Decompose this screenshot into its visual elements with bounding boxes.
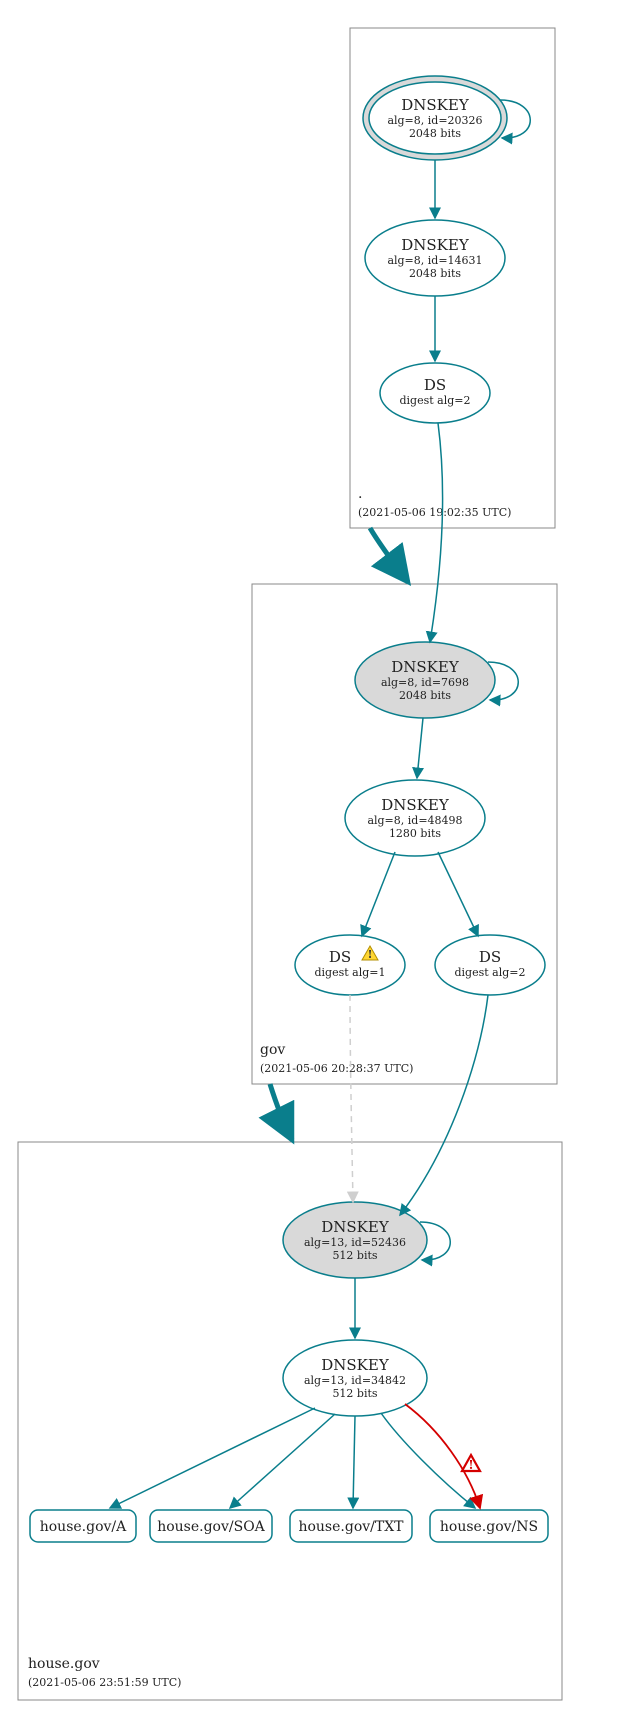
node-gov-key1: DNSKEY alg=8, id=7698 2048 bits — [355, 642, 518, 718]
edge-govds1-hk1-dashed — [350, 995, 353, 1202]
svg-text:alg=8, id=48498: alg=8, id=48498 — [367, 814, 462, 827]
record-txt: house.gov/TXT — [290, 1510, 412, 1542]
svg-text:DNSKEY: DNSKEY — [401, 236, 470, 254]
edge-hk2-soa — [230, 1414, 335, 1508]
svg-text:!: ! — [468, 1458, 473, 1472]
edge-hk2-a — [110, 1408, 315, 1508]
edge-govds2-hk1 — [400, 995, 488, 1215]
svg-text:!: ! — [368, 948, 373, 961]
edge-govk1-govk2 — [417, 718, 423, 778]
svg-text:alg=13, id=52436: alg=13, id=52436 — [304, 1236, 406, 1249]
edge-rootds-govk1 — [430, 423, 443, 642]
edge-govk2-govds2 — [438, 852, 478, 936]
error-icon: ! — [462, 1455, 480, 1472]
record-ns: house.gov/NS — [430, 1510, 548, 1542]
svg-text:DS: DS — [479, 948, 501, 966]
edge-hk2-ns-ok — [381, 1413, 475, 1508]
svg-text:DS: DS — [329, 948, 351, 966]
node-gov-ds2: DS digest alg=2 — [435, 935, 545, 995]
svg-text:digest alg=2: digest alg=2 — [399, 394, 470, 407]
node-root-key2: DNSKEY alg=8, id=14631 2048 bits — [365, 220, 505, 296]
svg-text:alg=13, id=34842: alg=13, id=34842 — [304, 1374, 406, 1387]
svg-text:DNSKEY: DNSKEY — [321, 1218, 390, 1236]
node-root-ds: DS digest alg=2 — [380, 363, 490, 423]
edge-hk2-txt — [353, 1416, 355, 1508]
zone-gov-ts: (2021-05-06 20:28:37 UTC) — [260, 1062, 413, 1075]
node-house-key1: DNSKEY alg=13, id=52436 512 bits — [283, 1202, 450, 1278]
svg-text:512 bits: 512 bits — [332, 1387, 377, 1400]
svg-text:DNSKEY: DNSKEY — [391, 658, 460, 676]
edge-root-to-gov-zone — [370, 528, 408, 582]
svg-text:alg=8, id=14631: alg=8, id=14631 — [387, 254, 482, 267]
zone-root-label: . — [358, 486, 362, 502]
svg-text:alg=8, id=7698: alg=8, id=7698 — [381, 676, 469, 689]
node-gov-ds1: DS digest alg=1 ! — [295, 935, 405, 995]
zone-gov: gov (2021-05-06 20:28:37 UTC) DNSKEY alg… — [252, 584, 557, 1084]
svg-text:DNSKEY: DNSKEY — [381, 796, 450, 814]
svg-text:DNSKEY: DNSKEY — [401, 96, 470, 114]
svg-text:1280 bits: 1280 bits — [389, 827, 441, 840]
zone-root: . (2021-05-06 19:02:35 UTC) DNSKEY alg=8… — [350, 28, 555, 528]
node-root-key1: DNSKEY alg=8, id=20326 2048 bits — [363, 76, 530, 160]
svg-text:digest alg=1: digest alg=1 — [314, 966, 385, 979]
edge-gov-to-house-zone — [270, 1084, 292, 1140]
node-gov-key2: DNSKEY alg=8, id=48498 1280 bits — [345, 780, 485, 856]
svg-text:digest alg=2: digest alg=2 — [454, 966, 525, 979]
svg-text:2048 bits: 2048 bits — [399, 689, 451, 702]
zone-root-ts: (2021-05-06 19:02:35 UTC) — [358, 506, 511, 519]
svg-text:house.gov/NS: house.gov/NS — [440, 1519, 538, 1535]
svg-text:DS: DS — [424, 376, 446, 394]
zone-house: house.gov (2021-05-06 23:51:59 UTC) DNSK… — [18, 1142, 562, 1700]
zone-house-label: house.gov — [28, 1656, 100, 1672]
svg-text:house.gov/A: house.gov/A — [40, 1519, 127, 1535]
edge-hk2-ns-error — [405, 1404, 480, 1508]
zone-gov-label: gov — [260, 1042, 285, 1058]
svg-text:2048 bits: 2048 bits — [409, 127, 461, 140]
svg-text:house.gov/SOA: house.gov/SOA — [157, 1519, 265, 1535]
svg-text:DNSKEY: DNSKEY — [321, 1356, 390, 1374]
svg-text:512 bits: 512 bits — [332, 1249, 377, 1262]
record-a: house.gov/A — [30, 1510, 136, 1542]
record-soa: house.gov/SOA — [150, 1510, 272, 1542]
svg-text:alg=8, id=20326: alg=8, id=20326 — [387, 114, 482, 127]
edge-govk2-govds1 — [362, 852, 395, 936]
svg-text:2048 bits: 2048 bits — [409, 267, 461, 280]
svg-text:house.gov/TXT: house.gov/TXT — [298, 1519, 404, 1535]
zone-house-ts: (2021-05-06 23:51:59 UTC) — [28, 1676, 181, 1689]
dnssec-diagram: . (2021-05-06 19:02:35 UTC) DNSKEY alg=8… — [0, 0, 637, 1711]
